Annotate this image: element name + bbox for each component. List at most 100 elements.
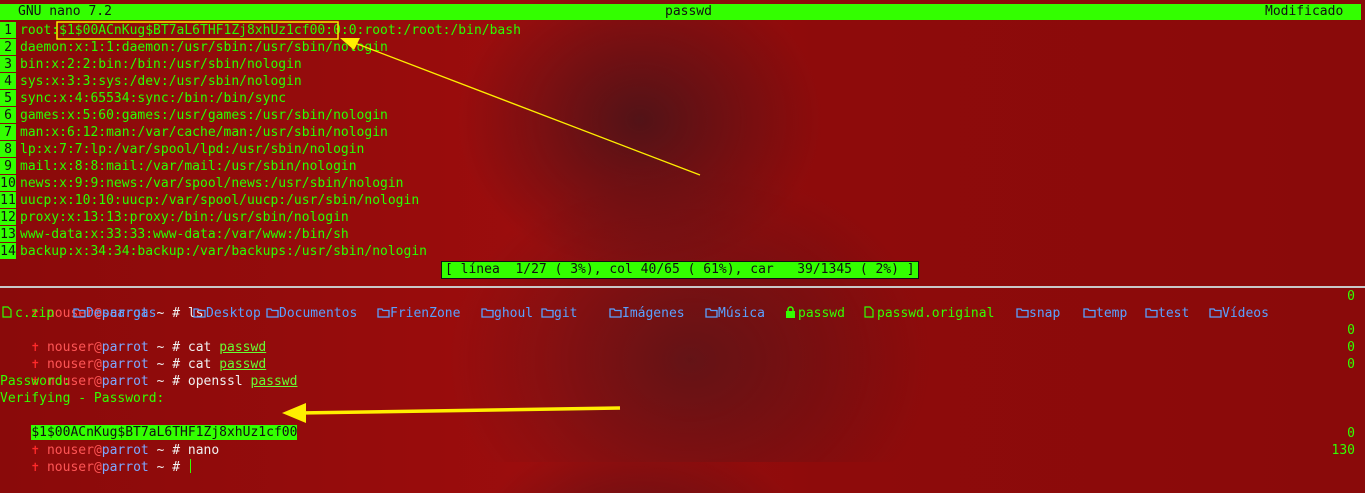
file-icon [2,306,13,318]
ls-entry: FrienZone [377,305,460,322]
line-text[interactable]: www-data:x:33:33:www-data:/var/www:/bin/… [20,226,349,243]
line-text[interactable]: bin:x:2:2:bin:/bin:/usr/sbin/nologin [20,56,302,73]
line-text[interactable]: proxy:x:13:13:proxy:/bin:/usr/sbin/nolog… [20,209,349,226]
ls-entry-name: git [554,306,578,321]
prompt-line-cat-1: ✝ nouser@parrot ~ # cat passwd [0,322,266,355]
exit-code: 0 [1347,357,1355,372]
prompt-line-ls: ✝ nouser@parrot ~ # ls [0,288,203,321]
ls-entry-name: Música [718,306,765,321]
ls-entry-name: passwd.original [877,306,995,321]
command-arg: passwd [250,374,298,389]
line-text[interactable]: games:x:5:60:games:/usr/games:/usr/sbin/… [20,107,388,124]
ls-entry: passwd [785,305,845,322]
prompt-host: parrot [101,374,149,389]
folder-icon [266,306,279,318]
line-number: 5 [0,90,16,106]
exit-code: 130 [1331,443,1355,458]
ls-entry-name: Desktop [206,306,261,321]
line-number: 4 [0,73,16,89]
folder-icon [73,306,86,318]
ls-entry-name: Imágenes [622,306,685,321]
folder-icon [609,306,622,318]
line-text[interactable]: root:$1$00ACnKug$BT7aL6THF1Zj8xhUz1cf00:… [20,22,521,39]
ls-entry-name: ghoul [494,306,534,321]
ls-entry-name: temp [1096,306,1128,321]
prompt-line-cat-2: ✝ nouser@parrot ~ # cat passwd [0,339,266,372]
ls-entry: Música [705,305,765,322]
output-hash-line: $1$00ACnKug$BT7aL6THF1Zj8xhUz1cf00 [0,407,298,440]
prompt-at: @ [93,374,102,389]
ls-entry: Imágenes [609,305,685,322]
exit-code: 0 [1347,323,1355,338]
ls-output: c.zip Descargas Desktop Documentos FrienZone… [0,305,1300,322]
line-text[interactable]: news:x:9:9:news:/var/spool/news:/usr/sbi… [20,175,404,192]
nano-title-bar: GNU nano 7.2 passwd Modificado [0,4,1361,20]
line-number: 12 [0,209,16,225]
nano-file-name: passwd [665,4,712,19]
prompt-path: ~ # [148,460,188,475]
command-text: nano [187,443,220,458]
ls-entry: ghoul [481,305,533,322]
ls-entry-name: test [1158,306,1190,321]
line-number: 14 [0,243,16,259]
exit-code: 0 [1347,340,1355,355]
line-text[interactable]: sys:x:3:3:sys:/dev:/usr/sbin/nologin [20,73,302,90]
line-text[interactable]: sync:x:4:65534:sync:/bin:/bin/sync [20,90,286,107]
pane-divider[interactable] [0,286,1365,288]
folder-icon [1209,306,1222,318]
output-password-prompt: Password: [0,374,71,389]
ls-entry: git [541,305,577,322]
ls-entry-name: Descargas [86,306,157,321]
ls-entry: passwd.original [864,305,994,322]
line-number: 11 [0,192,16,208]
prompt-at: @ [93,460,102,475]
line-number: 13 [0,226,16,242]
prompt-path: ~ # [148,374,188,389]
prompt-line-current[interactable]: ✝ nouser@parrot ~ # [0,442,191,475]
nano-modified-state: Modificado [1265,4,1344,19]
ls-entry: Descargas [73,305,156,322]
ls-entry-name: c.zip [15,306,55,321]
nano-app-title: GNU nano 7.2 [18,4,112,19]
line-text[interactable]: backup:x:34:34:backup:/var/backups:/usr/… [20,243,427,260]
ls-entry: test [1145,305,1189,322]
ls-entry: Vídeos [1209,305,1269,322]
ls-entry: temp [1083,305,1127,322]
prompt-cross-icon: ✝ [31,460,40,475]
line-text[interactable]: daemon:x:1:1:daemon:/usr/sbin:/usr/sbin/… [20,39,388,56]
folder-icon [193,306,206,318]
line-number: 3 [0,56,16,72]
line-text[interactable]: man:x:6:12:man:/var/cache/man:/usr/sbin/… [20,124,388,141]
arrow-line-bottom [297,406,621,415]
exit-code: 0 [1347,426,1355,441]
ls-entry-name: Vídeos [1222,306,1269,321]
nano-editor[interactable]: GNU nano 7.2 passwd Modificado 1 root:$1$… [0,0,1365,283]
folder-icon [481,306,494,318]
line-text[interactable]: uucp:x:10:10:uucp:/var/spool/uucp:/usr/s… [20,192,419,209]
line-number: 8 [0,141,16,157]
folder-icon [1083,306,1096,318]
lock-icon [785,306,796,318]
folder-icon [1016,306,1029,318]
folder-icon [377,306,390,318]
line-text[interactable]: lp:x:7:7:lp:/var/spool/lpd:/usr/sbin/nol… [20,141,364,158]
prompt-host: parrot [101,460,149,475]
line-number: 7 [0,124,16,140]
exit-code: 0 [1347,289,1355,304]
ls-entry-name: passwd [798,306,845,321]
prompt-line-openssl: ✝ nouser@parrot ~ # openssl passwd [0,356,297,389]
ls-entry-name: FrienZone [390,306,461,321]
line-text[interactable]: mail:x:8:8:mail:/var/mail:/usr/sbin/nolo… [20,158,357,175]
ls-entry-name: snap [1029,306,1061,321]
output-verify-prompt: Verifying - Password: [0,391,165,406]
folder-icon [705,306,718,318]
command-text: openssl [187,374,243,389]
nano-status-bar: [ línea 1/27 ( 3%), col 40/65 ( 61%), ca… [441,261,919,279]
ls-entry: c.zip [2,305,54,322]
line-number: 9 [0,158,16,174]
line-number: 2 [0,39,16,55]
folder-icon [541,306,554,318]
folder-icon [1145,306,1158,318]
prompt-line-nano: ✝ nouser@parrot ~ # nano [0,425,219,458]
ls-entry: Desktop [193,305,261,322]
